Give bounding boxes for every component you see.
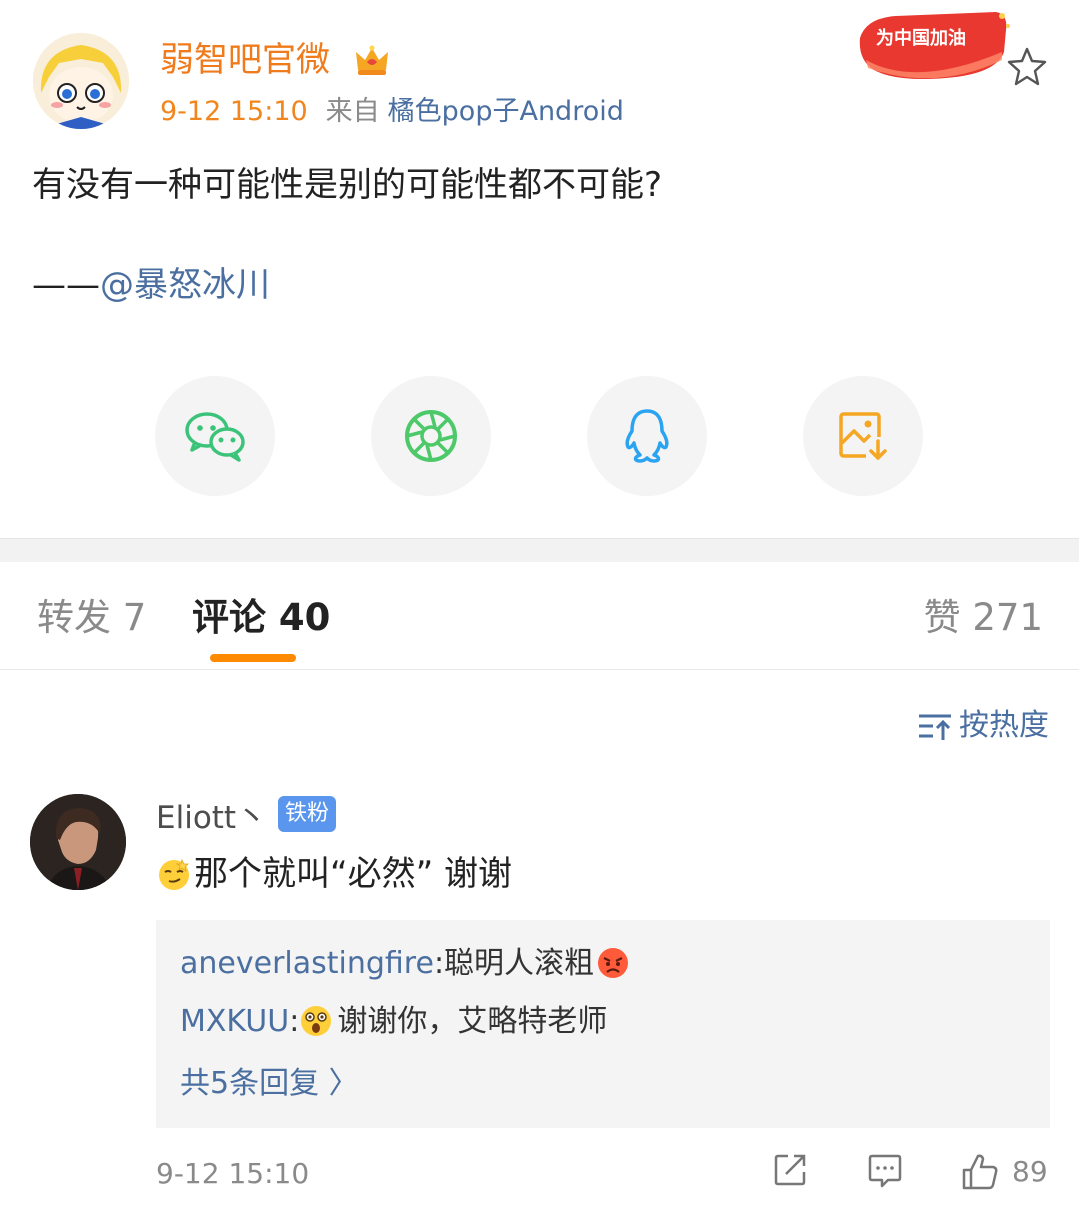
share-moments-button[interactable] <box>371 376 491 496</box>
active-tab-indicator <box>210 654 296 662</box>
sort-icon <box>919 714 951 740</box>
reply-separator: : <box>289 1004 300 1039</box>
share-wechat-button[interactable] <box>155 376 275 496</box>
tab-comments[interactable]: 评论 40 <box>192 596 330 640</box>
reply-text: 聪明人滚粗 <box>444 946 595 981</box>
reply-user[interactable]: MXKUU <box>180 1002 289 1042</box>
reply-button[interactable] <box>866 1152 904 1190</box>
replies-box[interactable]: aneverlastingfire: 聪明人滚粗 MXKUU: 谢谢你，艾略特老… <box>156 920 1050 1128</box>
interaction-tabs: 转发 7 评论 40 赞 271 <box>0 562 1079 670</box>
post-signature: ——@暴怒冰川 <box>32 260 270 310</box>
fan-badge: 铁粉 <box>278 796 337 832</box>
post-header: 弱智吧官微 9-12 15:10 来自 橘色pop子Android 为中国加油 <box>0 0 1079 140</box>
comment-body: 那个就叫“必然” 谢谢 <box>194 854 513 894</box>
commenter-avatar[interactable] <box>30 794 126 890</box>
post-meta: 9-12 15:10 来自 橘色pop子Android <box>160 94 624 130</box>
crown-icon <box>352 40 392 80</box>
qq-icon <box>625 409 669 463</box>
sort-label: 按热度 <box>959 708 1049 743</box>
post-body: 有没有一种可能性是别的可能性都不可能? <box>32 165 663 205</box>
signature-dash: —— <box>32 265 100 305</box>
comment-item: Eliott丶 铁粉 那个就叫“必然” 谢谢 aneverlastingfire… <box>0 790 1079 1200</box>
comment-bubble-icon <box>868 1154 902 1188</box>
author-name[interactable]: 弱智吧官微 <box>160 38 330 82</box>
commenter-name[interactable]: Eliott丶 <box>156 798 267 838</box>
from-label: 来自 <box>325 96 380 127</box>
favorite-star-icon[interactable] <box>1004 44 1050 90</box>
tab-likes[interactable]: 赞 271 <box>924 596 1043 640</box>
reply-item: aneverlastingfire: 聪明人滚粗 <box>180 944 634 984</box>
forward-button[interactable] <box>772 1152 808 1188</box>
section-divider <box>0 538 1079 562</box>
post-time: 9-12 15:10 <box>160 96 308 127</box>
sort-toggle[interactable]: 按热度 <box>917 706 1049 746</box>
cheer-badge-text: 为中国加油 <box>876 27 966 49</box>
wechat-icon <box>185 412 245 462</box>
reply-text: 谢谢你，艾略特老师 <box>337 1004 608 1039</box>
shocked-emoji-icon <box>299 1004 335 1040</box>
thumbs-up-icon <box>962 1154 998 1190</box>
like-count: 89 <box>1012 1155 1048 1188</box>
post-source[interactable]: 橘色pop子Android <box>388 96 624 127</box>
moments-icon <box>405 410 457 462</box>
share-qq-button[interactable] <box>587 376 707 496</box>
like-button[interactable]: 89 <box>960 1152 1048 1192</box>
cheer-badge[interactable]: 为中国加油 <box>856 8 1014 84</box>
smug-emoji-icon <box>156 856 192 892</box>
author-avatar[interactable] <box>33 33 129 129</box>
reply-separator: : <box>433 946 445 981</box>
comment-text: 那个就叫“必然” 谢谢 <box>156 850 512 898</box>
reply-item: MXKUU: 谢谢你，艾略特老师 <box>180 1002 607 1042</box>
more-replies-link[interactable]: 共5条回复 〉 <box>180 1064 359 1104</box>
forward-icon <box>774 1154 806 1186</box>
comment-time: 9-12 15:10 <box>156 1157 310 1190</box>
mention-link[interactable]: @暴怒冰川 <box>100 265 270 305</box>
comment-footer: 9-12 15:10 89 <box>156 1152 1050 1196</box>
tab-repost[interactable]: 转发 7 <box>37 596 146 640</box>
reply-user[interactable]: aneverlastingfire <box>180 944 434 984</box>
save-image-button[interactable] <box>803 376 923 496</box>
angry-emoji-icon <box>596 946 632 982</box>
save-image-icon <box>839 412 887 460</box>
